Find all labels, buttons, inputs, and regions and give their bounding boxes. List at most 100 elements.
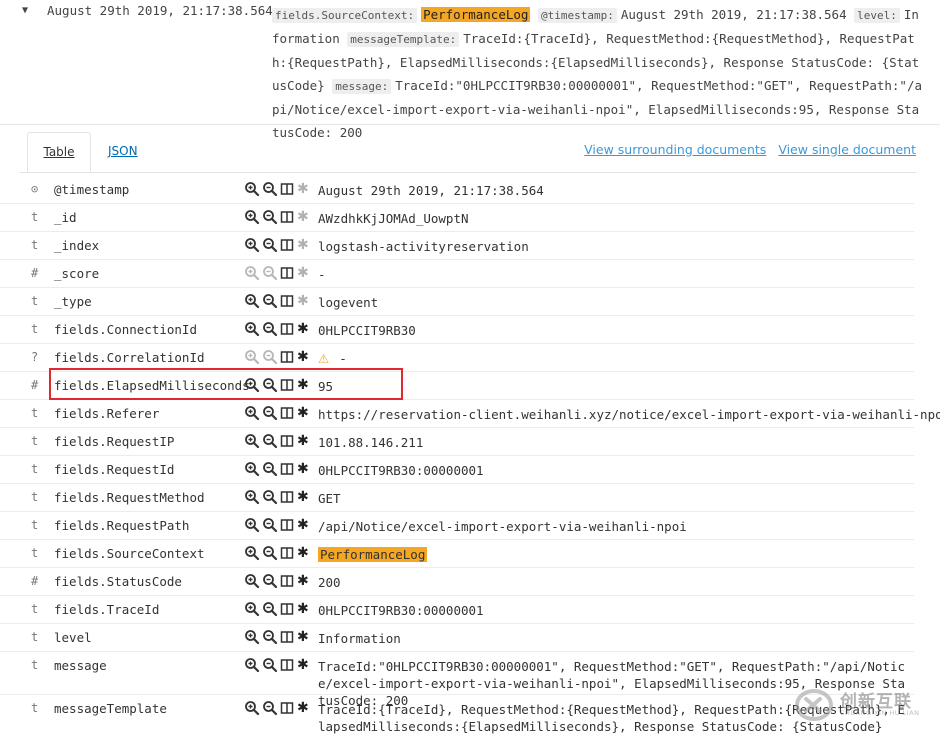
filter-exists-icon[interactable]: ✱ xyxy=(297,545,313,561)
toggle-column-icon[interactable] xyxy=(279,433,295,449)
filter-exists-icon[interactable]: ✱ xyxy=(297,517,313,533)
filter-out-value-icon[interactable] xyxy=(262,181,278,197)
filter-for-value-icon[interactable] xyxy=(244,321,260,337)
filter-for-value-icon[interactable] xyxy=(244,629,260,645)
filter-out-value-icon[interactable] xyxy=(262,349,278,365)
filter-exists-icon[interactable]: ✱ xyxy=(297,405,313,421)
toggle-column-icon[interactable] xyxy=(279,237,295,253)
filter-out-value-icon[interactable] xyxy=(262,573,278,589)
toggle-column-icon[interactable] xyxy=(279,405,295,421)
filter-out-value-icon[interactable] xyxy=(262,209,278,225)
view-single-link[interactable]: View single document xyxy=(778,142,916,157)
filter-out-value-icon[interactable] xyxy=(262,265,278,281)
filter-for-value-icon[interactable] xyxy=(244,265,260,281)
filter-for-value-icon[interactable] xyxy=(244,657,260,673)
filter-exists-icon[interactable]: ✱ xyxy=(297,321,313,337)
filter-exists-icon[interactable]: ✱ xyxy=(297,433,313,449)
filter-out-value-icon[interactable] xyxy=(262,293,278,309)
highlight-box xyxy=(49,368,403,400)
filter-for-value-icon[interactable] xyxy=(244,349,260,365)
value-text: logevent xyxy=(318,295,379,310)
filter-for-value-icon[interactable] xyxy=(244,601,260,617)
table-row: t fields.RequestIP ✱ 101.88.146.211 xyxy=(0,428,914,456)
toggle-column-icon[interactable] xyxy=(279,545,295,561)
toggle-column-icon[interactable] xyxy=(279,209,295,225)
filter-exists-icon[interactable]: ✱ xyxy=(297,700,313,716)
filter-out-value-icon[interactable] xyxy=(262,461,278,477)
table-row: t fields.RequestPath ✱ /api/Notice/excel-im… xyxy=(0,512,914,540)
filter-for-value-icon[interactable] xyxy=(244,517,260,533)
filter-for-value-icon[interactable] xyxy=(244,293,260,309)
filter-for-value-icon[interactable] xyxy=(244,700,260,716)
filter-exists-icon[interactable]: ✱ xyxy=(297,629,313,645)
value-text: 0HLPCCIT9RB30 xyxy=(318,323,416,338)
field-value: August 29th 2019, 21:17:38.564 xyxy=(318,182,906,199)
field-name: fields.RequestMethod xyxy=(54,490,205,505)
filter-out-value-icon[interactable] xyxy=(262,433,278,449)
tab-table[interactable]: Table xyxy=(27,132,91,172)
filter-exists-icon[interactable]: ✱ xyxy=(297,657,313,673)
filter-exists-icon[interactable]: ✱ xyxy=(297,209,313,225)
filter-exists-icon[interactable]: ✱ xyxy=(297,573,313,589)
toggle-column-icon[interactable] xyxy=(279,349,295,365)
toggle-column-icon[interactable] xyxy=(279,700,295,716)
filter-out-value-icon[interactable] xyxy=(262,405,278,421)
toggle-column-icon[interactable] xyxy=(279,489,295,505)
collapse-caret-icon[interactable]: ▼ xyxy=(22,5,28,16)
filter-exists-icon[interactable]: ✱ xyxy=(297,601,313,617)
toggle-column-icon[interactable] xyxy=(279,265,295,281)
toggle-column-icon[interactable] xyxy=(279,321,295,337)
toggle-column-icon[interactable] xyxy=(279,293,295,309)
filter-for-value-icon[interactable] xyxy=(244,489,260,505)
filter-out-value-icon[interactable] xyxy=(262,629,278,645)
table-row: # fields.StatusCode ✱ 200 xyxy=(0,568,914,596)
filter-for-value-icon[interactable] xyxy=(244,461,260,477)
toggle-column-icon[interactable] xyxy=(279,517,295,533)
filter-exists-icon[interactable]: ✱ xyxy=(297,237,313,253)
field-type-icon: t xyxy=(31,658,39,672)
field-name: fields.SourceContext xyxy=(54,546,205,561)
filter-exists-icon[interactable]: ✱ xyxy=(297,349,313,365)
filter-out-value-icon[interactable] xyxy=(262,321,278,337)
view-surrounding-link[interactable]: View surrounding documents xyxy=(584,142,766,157)
toggle-column-icon[interactable] xyxy=(279,601,295,617)
table-row: t fields.RequestId ✱ 0HLPCCIT9RB30:00000001 xyxy=(0,456,914,484)
doc-links: View surrounding documents View single d… xyxy=(576,142,916,157)
filter-exists-icon[interactable]: ✱ xyxy=(297,181,313,197)
field-type-icon: t xyxy=(31,701,39,715)
toggle-column-icon[interactable] xyxy=(279,461,295,477)
filter-out-value-icon[interactable] xyxy=(262,517,278,533)
filter-out-value-icon[interactable] xyxy=(262,489,278,505)
filter-exists-icon[interactable]: ✱ xyxy=(297,461,313,477)
toggle-column-icon[interactable] xyxy=(279,181,295,197)
toggle-column-icon[interactable] xyxy=(279,657,295,673)
filter-for-value-icon[interactable] xyxy=(244,433,260,449)
filter-exists-icon[interactable]: ✱ xyxy=(297,489,313,505)
filter-out-value-icon[interactable] xyxy=(262,700,278,716)
filter-exists-icon[interactable]: ✱ xyxy=(297,265,313,281)
field-value: 101.88.146.211 xyxy=(318,434,906,451)
filter-for-value-icon[interactable] xyxy=(244,573,260,589)
message-label: message: xyxy=(332,79,392,94)
filter-for-value-icon[interactable] xyxy=(244,545,260,561)
filter-out-value-icon[interactable] xyxy=(262,545,278,561)
filter-for-value-icon[interactable] xyxy=(244,237,260,253)
tab-json[interactable]: JSON xyxy=(108,132,138,170)
field-name: message xyxy=(54,658,107,673)
field-type-icon: t xyxy=(31,294,39,308)
value-text: logstash-activityreservation xyxy=(318,239,529,254)
filter-out-value-icon[interactable] xyxy=(262,237,278,253)
filter-out-value-icon[interactable] xyxy=(262,601,278,617)
field-value: logstash-activityreservation xyxy=(318,238,906,255)
filter-out-value-icon[interactable] xyxy=(262,657,278,673)
field-name: fields.StatusCode xyxy=(54,574,182,589)
filter-exists-icon[interactable]: ✱ xyxy=(297,293,313,309)
field-name: fields.TraceId xyxy=(54,602,160,617)
toggle-column-icon[interactable] xyxy=(279,629,295,645)
filter-for-value-icon[interactable] xyxy=(244,405,260,421)
value-text: AWzdhkKjJOMAd_UowptN xyxy=(318,211,469,226)
filter-for-value-icon[interactable] xyxy=(244,209,260,225)
field-name: fields.RequestId xyxy=(54,462,175,477)
toggle-column-icon[interactable] xyxy=(279,573,295,589)
filter-for-value-icon[interactable] xyxy=(244,181,260,197)
